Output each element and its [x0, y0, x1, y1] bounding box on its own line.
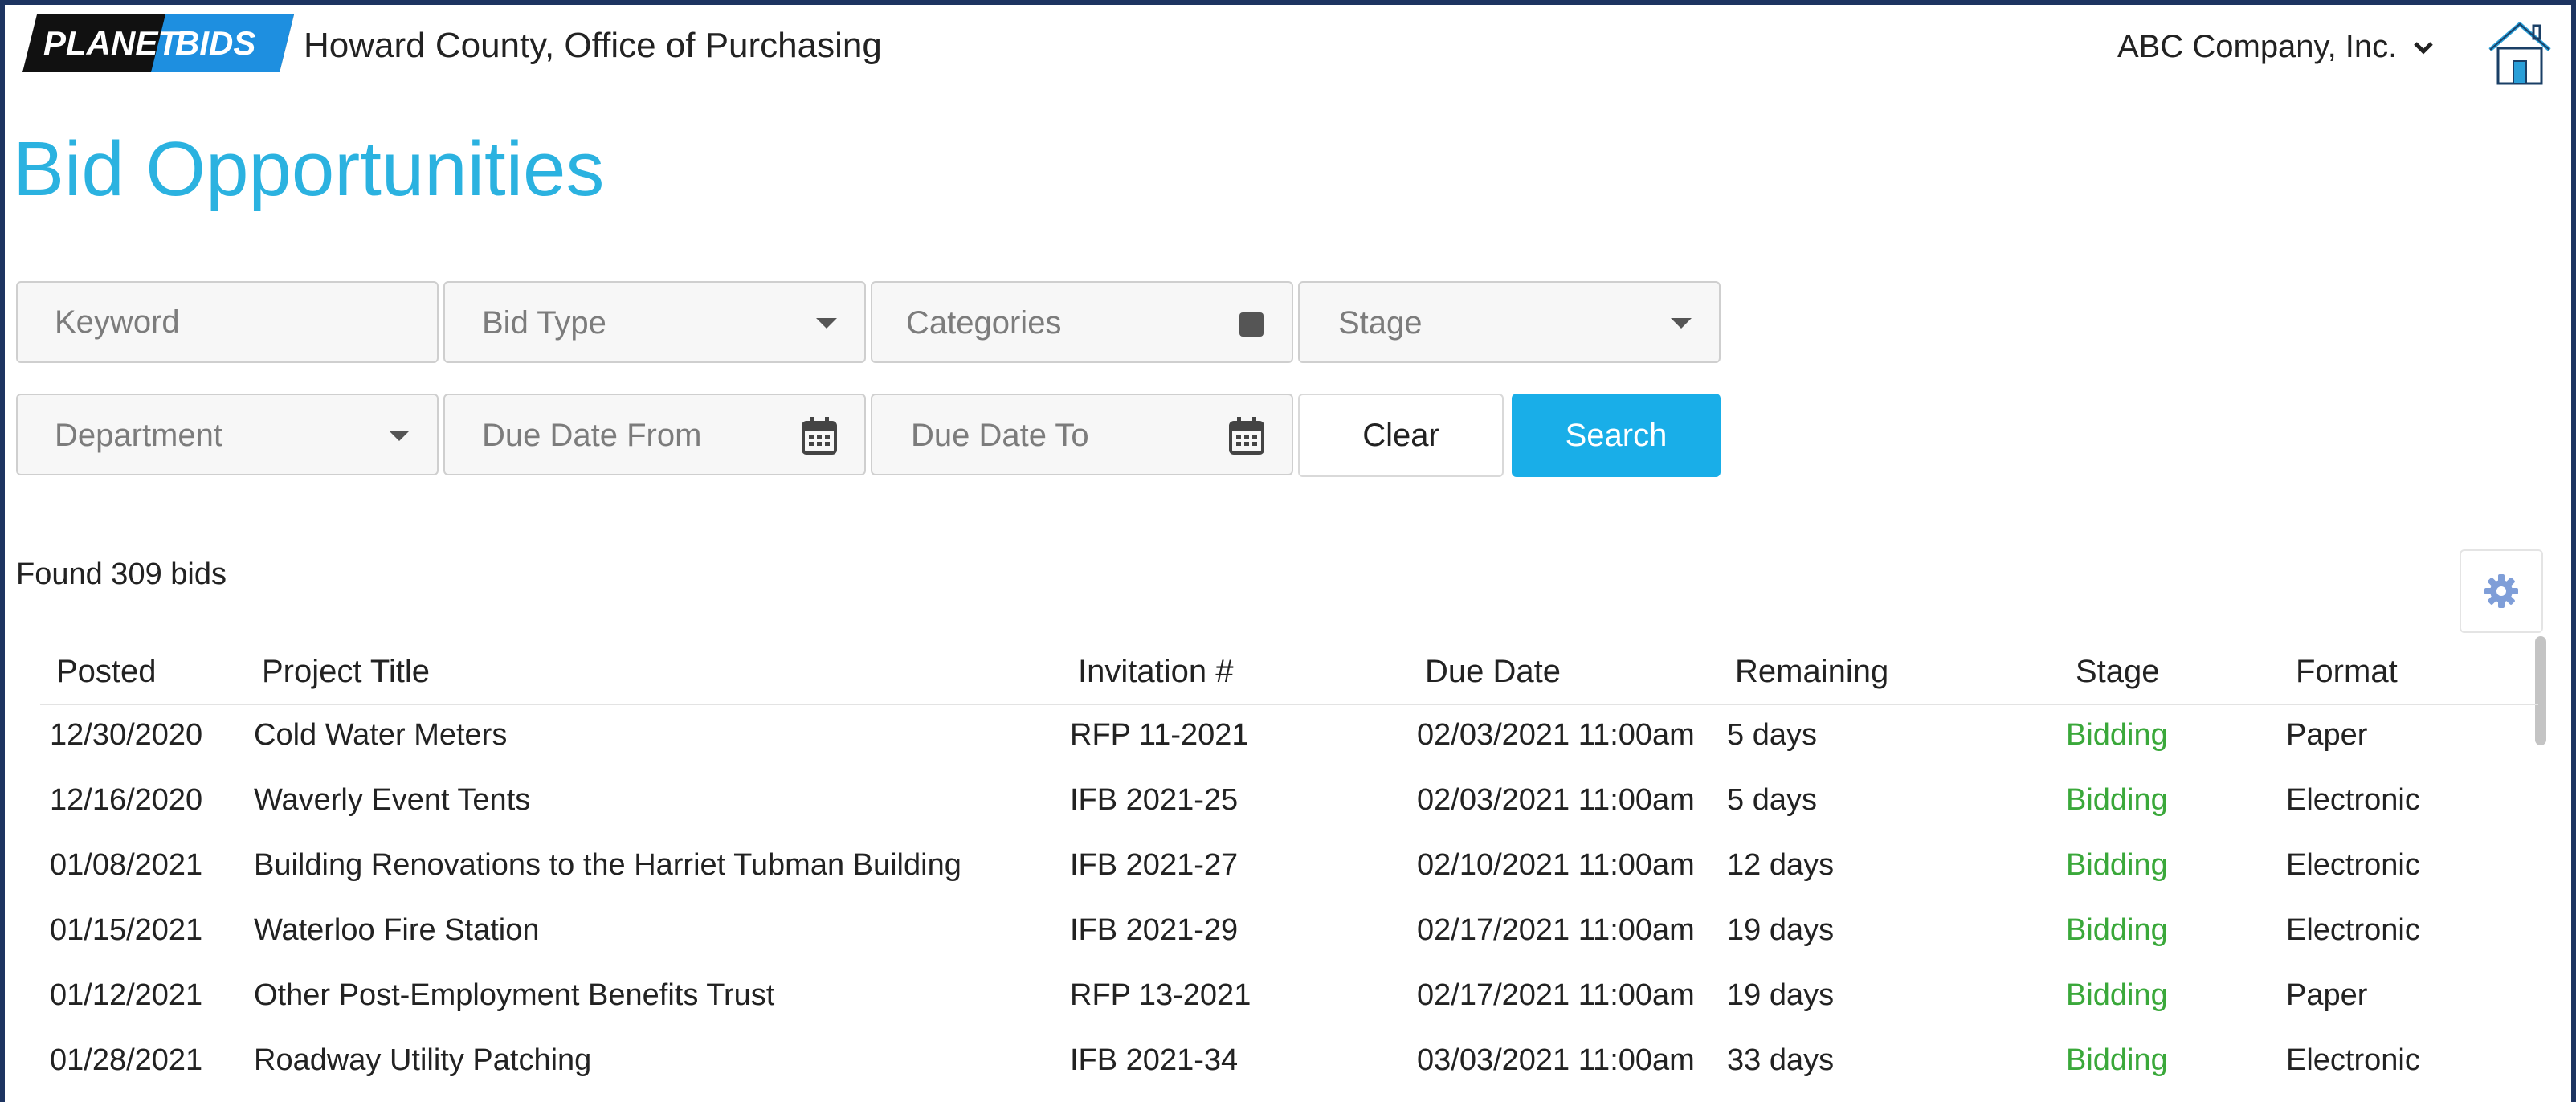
column-header-format[interactable]: Format — [2296, 654, 2398, 690]
chevron-down-icon — [2414, 41, 2434, 55]
page-title: Bid Opportunities — [13, 126, 605, 212]
cell-project-title[interactable]: Building Renovations to the Harriet Tubm… — [254, 848, 961, 883]
cell-format: Paper — [2286, 718, 2368, 752]
cell-posted: 12/30/2020 — [50, 718, 203, 752]
cell-posted: 01/15/2021 — [50, 913, 203, 947]
column-header-project-title[interactable]: Project Title — [262, 654, 430, 690]
cell-due-date: 02/17/2021 11:00am — [1417, 913, 1695, 947]
cell-due-date: 02/17/2021 11:00am — [1417, 978, 1695, 1012]
results-count: Found 309 bids — [16, 557, 227, 591]
cell-stage: Bidding — [2066, 848, 2168, 882]
company-name: ABC Company, Inc. — [2117, 29, 2398, 64]
column-header-due-date[interactable]: Due Date — [1425, 654, 1561, 690]
cell-posted: 01/12/2021 — [50, 978, 203, 1012]
table-row[interactable]: 01/15/2021 Waterloo Fire Station IFB 202… — [5, 902, 2571, 967]
list-square-icon[interactable] — [1239, 312, 1264, 337]
cell-stage: Bidding — [2066, 718, 2168, 752]
cell-posted: 01/28/2021 — [50, 1043, 203, 1077]
cell-due-date: 02/03/2021 11:00am — [1417, 783, 1695, 817]
planetbids-logo[interactable]: PLANET BIDS — [22, 13, 296, 74]
cell-project-title[interactable]: Waverly Event Tents — [254, 783, 530, 818]
stage-label: Stage — [1338, 305, 1423, 341]
calendar-icon[interactable] — [1229, 416, 1264, 455]
clear-button[interactable]: Clear — [1298, 394, 1504, 477]
column-header-invitation[interactable]: Invitation # — [1078, 654, 1233, 690]
cell-due-date: 02/03/2021 11:00am — [1417, 718, 1695, 752]
column-header-posted[interactable]: Posted — [56, 654, 157, 690]
department-label: Department — [55, 418, 222, 453]
cell-due-date: 02/10/2021 11:00am — [1417, 848, 1695, 882]
cell-invitation: RFP 13-2021 — [1070, 978, 1251, 1012]
bid-type-label: Bid Type — [482, 305, 606, 341]
due-date-from-field[interactable]: Due Date From — [443, 394, 866, 475]
cell-stage: Bidding — [2066, 1043, 2168, 1077]
cell-posted: 12/16/2020 — [50, 783, 203, 817]
cell-invitation: IFB 2021-25 — [1070, 783, 1239, 817]
cell-remaining: 5 days — [1727, 718, 1817, 752]
cell-remaining: 33 days — [1727, 1043, 1835, 1077]
org-name: Howard County, Office of Purchasing — [304, 26, 882, 65]
column-settings-button[interactable] — [2460, 549, 2543, 633]
cell-remaining: 19 days — [1727, 978, 1835, 1012]
table-row[interactable]: 01/08/2021 Building Renovations to the H… — [5, 837, 2571, 902]
cell-invitation: IFB 2021-34 — [1070, 1043, 1239, 1077]
cell-format: Electronic — [2286, 1043, 2420, 1077]
cell-invitation: IFB 2021-29 — [1070, 913, 1239, 947]
categories-select[interactable]: Categories — [871, 281, 1293, 363]
cell-invitation: RFP 11-2021 — [1070, 718, 1249, 752]
calendar-icon[interactable] — [802, 416, 837, 455]
column-header-stage[interactable]: Stage — [2076, 654, 2160, 690]
home-icon[interactable] — [2485, 18, 2554, 87]
categories-label: Categories — [906, 305, 1062, 341]
keyword-field[interactable] — [16, 281, 439, 363]
cell-stage: Bidding — [2066, 783, 2168, 817]
cell-format: Electronic — [2286, 913, 2420, 947]
cell-project-title[interactable]: Waterloo Fire Station — [254, 913, 540, 948]
top-bar: PLANET BIDS Howard County, Office of Pur… — [5, 5, 2571, 85]
cell-remaining: 12 days — [1727, 848, 1835, 882]
page: PLANET BIDS Howard County, Office of Pur… — [5, 5, 2571, 1102]
keyword-input[interactable] — [18, 283, 437, 361]
cell-posted: 01/08/2021 — [50, 848, 203, 882]
logo-text-bids: BIDS — [175, 24, 255, 62]
table-header: Posted Project Title Invitation # Due Da… — [40, 646, 2538, 705]
cell-format: Electronic — [2286, 783, 2420, 817]
due-date-from-label: Due Date From — [482, 418, 702, 453]
table-row[interactable]: 12/16/2020 Waverly Event Tents IFB 2021-… — [5, 772, 2571, 837]
stage-select[interactable]: Stage — [1298, 281, 1721, 363]
table-row[interactable]: 12/30/2020 Cold Water Meters RFP 11-2021… — [5, 707, 2571, 772]
cell-stage: Bidding — [2066, 913, 2168, 947]
due-date-to-field[interactable]: Due Date To — [871, 394, 1293, 475]
caret-down-icon — [389, 431, 410, 441]
cell-invitation: IFB 2021-27 — [1070, 848, 1239, 882]
cell-format: Electronic — [2286, 848, 2420, 882]
cell-format: Paper — [2286, 978, 2368, 1012]
due-date-to-label: Due Date To — [911, 418, 1089, 453]
caret-down-icon — [816, 318, 837, 329]
cell-remaining: 19 days — [1727, 913, 1835, 947]
bid-type-select[interactable]: Bid Type — [443, 281, 866, 363]
caret-down-icon — [1671, 318, 1692, 329]
cell-stage: Bidding — [2066, 978, 2168, 1012]
cell-remaining: 5 days — [1727, 783, 1817, 817]
cell-project-title[interactable]: Other Post-Employment Benefits Trust — [254, 978, 774, 1013]
company-menu[interactable]: ABC Company, Inc. — [2117, 29, 2434, 65]
table-row[interactable]: 01/28/2021 Roadway Utility Patching IFB … — [5, 1032, 2571, 1097]
gear-icon — [2484, 574, 2518, 608]
department-select[interactable]: Department — [16, 394, 439, 475]
cell-project-title[interactable]: Cold Water Meters — [254, 718, 507, 753]
table-row[interactable]: 01/12/2021 Other Post-Employment Benefit… — [5, 967, 2571, 1032]
cell-due-date: 03/03/2021 11:00am — [1417, 1043, 1695, 1077]
logo-text-planet: PLANET — [43, 24, 181, 62]
cell-project-title[interactable]: Roadway Utility Patching — [254, 1043, 591, 1078]
search-button[interactable]: Search — [1512, 394, 1721, 477]
column-header-remaining[interactable]: Remaining — [1735, 654, 1888, 690]
